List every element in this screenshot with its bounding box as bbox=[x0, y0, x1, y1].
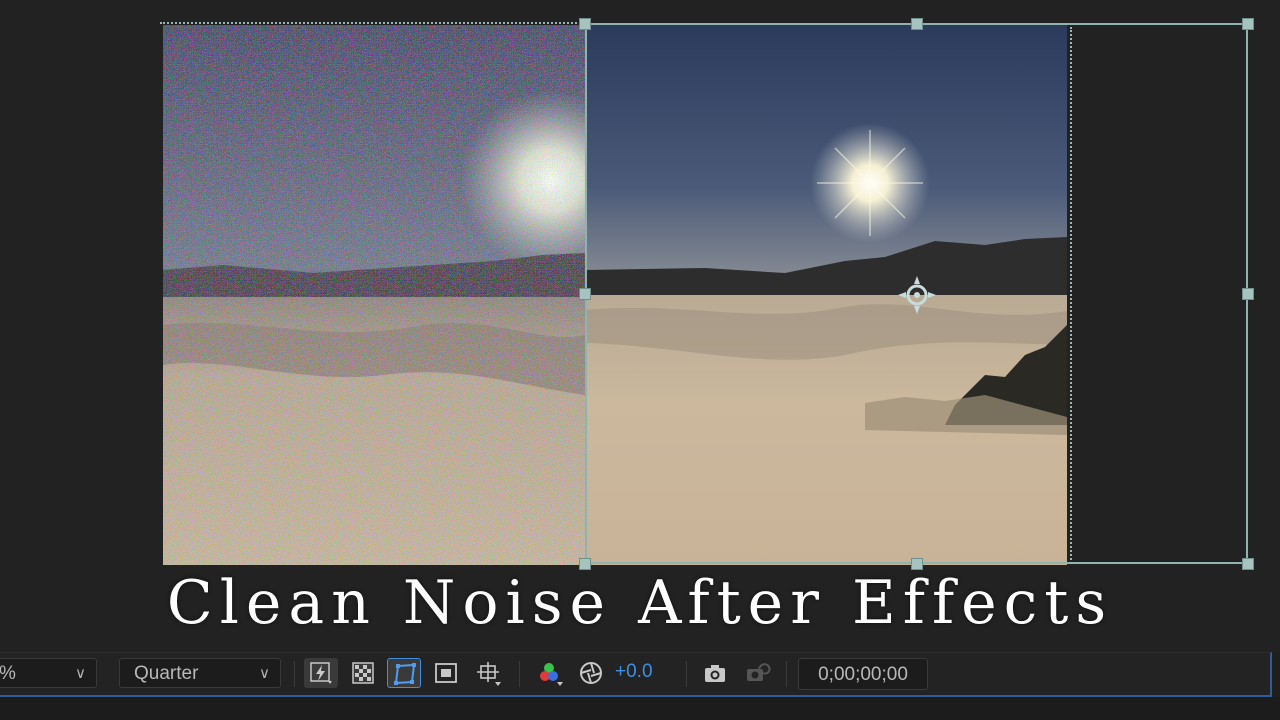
show-channel-button[interactable] bbox=[533, 658, 567, 688]
exposure-icon bbox=[580, 662, 602, 684]
region-of-interest-button[interactable] bbox=[429, 658, 463, 688]
chevron-down-icon: ∨ bbox=[75, 665, 86, 682]
viewer-toolbar: % ∨ Quarter ∨ +0.0 0;00;00;00 bbox=[0, 652, 1272, 697]
noisy-image-half bbox=[163, 25, 585, 565]
resolution-value: Quarter bbox=[134, 663, 199, 684]
chevron-down-icon: ∨ bbox=[259, 665, 270, 682]
grid-guides-button[interactable] bbox=[471, 658, 505, 688]
current-time-display[interactable]: 0;00;00;00 bbox=[798, 658, 928, 690]
magnification-dropdown[interactable]: % ∨ bbox=[0, 658, 97, 688]
resolution-dropdown[interactable]: Quarter ∨ bbox=[119, 658, 281, 688]
video-title: Clean Noise After Effects bbox=[166, 568, 1114, 638]
transform-handle-top-left[interactable] bbox=[579, 18, 591, 30]
anchor-point-icon[interactable] bbox=[898, 276, 936, 314]
lightning-icon bbox=[310, 662, 332, 684]
transform-handle-middle-left[interactable] bbox=[579, 288, 591, 300]
magnification-value: % bbox=[0, 663, 16, 684]
transparency-grid-button[interactable] bbox=[346, 658, 380, 688]
panel-background bbox=[0, 697, 1280, 720]
checkerboard-icon bbox=[352, 662, 374, 684]
take-snapshot-button[interactable] bbox=[698, 658, 732, 688]
mask-visibility-button[interactable] bbox=[387, 658, 421, 688]
grid-guides-icon bbox=[477, 662, 501, 686]
layer-bounds-dotted-edge bbox=[160, 22, 585, 24]
transform-handle-top-right[interactable] bbox=[1242, 18, 1254, 30]
show-snapshot-button[interactable] bbox=[740, 658, 774, 688]
show-snapshot-icon bbox=[747, 663, 771, 681]
toolbar-divider bbox=[786, 661, 787, 687]
reset-exposure-button[interactable] bbox=[574, 658, 608, 688]
camera-icon bbox=[705, 665, 725, 682]
rgb-channels-icon bbox=[540, 663, 563, 686]
toolbar-divider bbox=[519, 661, 520, 687]
layer-bounds-dotted-edge bbox=[1070, 27, 1072, 564]
mask-path-icon bbox=[394, 663, 416, 685]
transform-handle-top-center[interactable] bbox=[911, 18, 923, 30]
composition-viewer[interactable] bbox=[0, 0, 1280, 652]
fast-previews-button[interactable] bbox=[304, 658, 338, 688]
transform-handle-middle-right[interactable] bbox=[1242, 288, 1254, 300]
exposure-value[interactable]: +0.0 bbox=[615, 661, 653, 683]
toolbar-divider bbox=[686, 661, 687, 687]
region-icon bbox=[435, 663, 457, 683]
toolbar-divider bbox=[294, 661, 295, 687]
